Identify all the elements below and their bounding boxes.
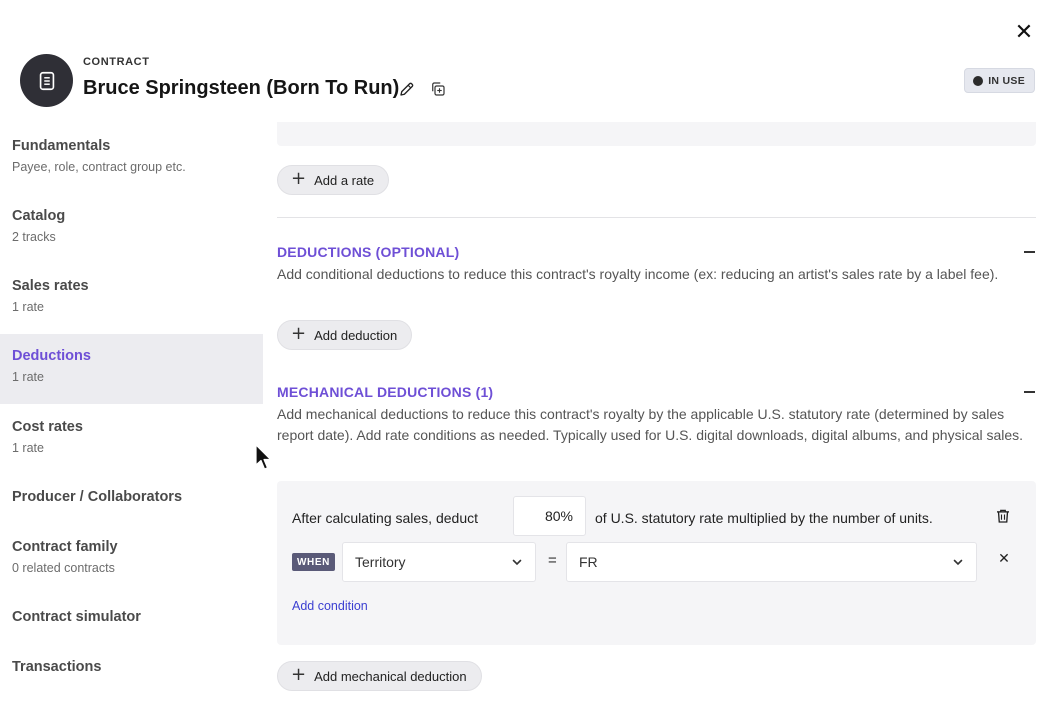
- sidebar-item-contract-family[interactable]: Contract family 0 related contracts: [0, 525, 263, 595]
- sidebar-item-transactions[interactable]: Transactions: [0, 645, 263, 695]
- plus-icon: +: [291, 168, 307, 189]
- sidebar-item-label: Catalog: [12, 208, 66, 224]
- when-badge: WHEN: [292, 553, 335, 571]
- sidebar-item-sub: 1 rate: [12, 441, 44, 455]
- document-icon: [39, 71, 54, 90]
- sidebar-item-label: Fundamentals: [12, 138, 111, 154]
- plus-icon: +: [291, 323, 307, 344]
- sidebar-item-fundamentals[interactable]: Fundamentals Payee, role, contract group…: [0, 124, 263, 194]
- status-badge-label: IN USE: [988, 74, 1025, 87]
- sidebar-item-sales-rates[interactable]: Sales rates 1 rate: [0, 264, 263, 334]
- rule-prefix: After calculating sales, deduct: [292, 510, 478, 526]
- condition-field-value: Territory: [355, 554, 406, 570]
- deductions-description: Add conditional deductions to reduce thi…: [277, 266, 999, 282]
- add-mechanical-deduction-label: Add mechanical deduction: [314, 668, 467, 684]
- main-panel: + Add a rate DEDUCTIONS (OPTIONAL) Add c…: [263, 122, 1052, 720]
- trash-icon[interactable]: [994, 507, 1012, 525]
- mechanical-deductions-title: MECHANICAL DEDUCTIONS (1): [277, 384, 494, 400]
- add-deduction-label: Add deduction: [314, 327, 398, 343]
- sidebar-item-label: Transactions: [12, 659, 102, 675]
- sidebar-item-deductions[interactable]: Deductions 1 rate: [0, 334, 263, 404]
- add-mechanical-deduction-button[interactable]: + Add mechanical deduction: [277, 661, 482, 691]
- sidebar-item-sub: 1 rate: [12, 370, 44, 384]
- percent-value: 80: [544, 508, 561, 524]
- status-badge: IN USE: [964, 68, 1035, 93]
- sidebar-item-sub: 2 tracks: [12, 230, 56, 244]
- add-condition-link[interactable]: Add condition: [292, 599, 368, 613]
- sidebar-item-cost-rates[interactable]: Cost rates 1 rate: [0, 405, 263, 475]
- status-dot: [973, 75, 984, 86]
- sidebar-item-sub: 1 rate: [12, 300, 44, 314]
- condition-value-select[interactable]: FR: [566, 542, 977, 582]
- contract-title: Bruce Springsteen (Born To Run): [83, 77, 400, 99]
- contract-sidebar: Fundamentals Payee, role, contract group…: [0, 124, 263, 720]
- contract-avatar: [20, 54, 73, 107]
- mechanical-deduction-card: After calculating sales, deduct 80 % of …: [277, 481, 1036, 645]
- deduction-percent-input[interactable]: 80 %: [513, 496, 586, 536]
- pencil-icon[interactable]: [398, 80, 416, 98]
- sidebar-item-label: Producer / Collaborators: [12, 489, 183, 505]
- previous-rate-card: [277, 122, 1036, 146]
- condition-field-select[interactable]: Territory: [342, 542, 536, 582]
- contract-header: CONTRACT Bruce Springsteen (Born To Run)…: [0, 0, 1052, 122]
- sidebar-item-label: Sales rates: [12, 278, 89, 294]
- contract-kicker: CONTRACT: [83, 56, 150, 68]
- close-icon: ✕: [998, 551, 1010, 567]
- sidebar-item-sub: Payee, role, contract group etc.: [12, 160, 186, 174]
- sidebar-item-label: Cost rates: [12, 419, 83, 435]
- condition-value: FR: [579, 554, 598, 570]
- sidebar-item-label: Contract simulator: [12, 609, 141, 625]
- add-rate-button[interactable]: + Add a rate: [277, 165, 390, 195]
- sidebar-item-contract-simulator[interactable]: Contract simulator: [0, 595, 263, 645]
- add-rate-label: Add a rate: [314, 172, 375, 188]
- collapse-mechanical-button[interactable]: [1022, 385, 1036, 399]
- sidebar-item-sub: 0 related contracts: [12, 561, 115, 575]
- condition-operator: =: [548, 552, 557, 569]
- rule-suffix: of U.S. statutory rate multiplied by the…: [595, 510, 933, 526]
- sidebar-item-catalog[interactable]: Catalog 2 tracks: [0, 194, 263, 264]
- add-deduction-button[interactable]: + Add deduction: [277, 320, 413, 350]
- collapse-deductions-button[interactable]: [1022, 245, 1036, 259]
- sidebar-item-label: Deductions: [12, 348, 91, 364]
- sidebar-item-producer-collaborators[interactable]: Producer / Collaborators: [0, 475, 263, 525]
- percent-unit: %: [560, 508, 573, 524]
- remove-condition-button[interactable]: ✕: [995, 550, 1013, 568]
- plus-icon: +: [291, 664, 307, 685]
- deductions-title: DEDUCTIONS (OPTIONAL): [277, 244, 460, 260]
- copy-icon[interactable]: [429, 80, 447, 98]
- section-divider: [277, 217, 1036, 218]
- chevron-down-icon: [953, 559, 963, 566]
- sidebar-item-label: Contract family: [12, 539, 118, 555]
- mechanical-deductions-description: Add mechanical deductions to reduce this…: [277, 406, 1024, 443]
- mouse-cursor-icon: [255, 444, 272, 470]
- chevron-down-icon: [512, 559, 522, 566]
